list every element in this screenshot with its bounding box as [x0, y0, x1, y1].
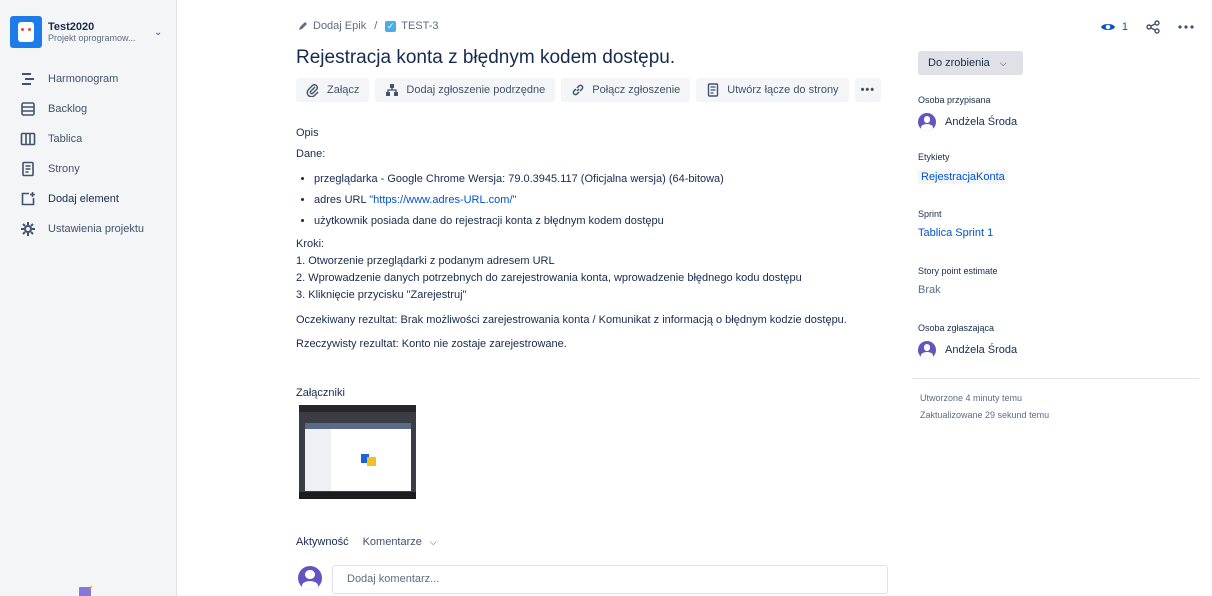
roadmap-icon	[22, 73, 34, 85]
url-link[interactable]: "https://www.adres-URL.com/"	[369, 194, 516, 206]
attachments-heading: Załączniki	[296, 387, 345, 399]
link-issue-label: Połącz zgłoszenie	[592, 84, 681, 96]
sidebar-item-project-settings[interactable]: Ustawienia projektu	[0, 217, 176, 241]
avatar	[918, 113, 936, 131]
breadcrumb-separator: /	[374, 20, 378, 32]
pencil-icon	[299, 22, 307, 30]
field-label: Story point estimate	[918, 266, 998, 276]
sprint-link[interactable]: Tablica Sprint 1	[918, 227, 993, 239]
field-label: Osoba zgłaszająca	[918, 323, 995, 333]
sidebar-item-label: Ustawienia projektu	[48, 223, 144, 235]
chevron-down-icon[interactable]: ⌵	[430, 537, 437, 548]
paperclip-icon	[306, 84, 319, 97]
sidebar-item-pages[interactable]: Strony	[0, 157, 176, 181]
watch-button[interactable]: 1	[1100, 21, 1128, 33]
attachment-thumbnail[interactable]	[299, 405, 416, 499]
description-heading: Opis	[296, 127, 319, 139]
issue-toolbar: Załącz Dodaj zgłoszenie podrzędne Połącz…	[296, 78, 882, 102]
description-expected: Oczekiwany rezultat: Brak możliwości zar…	[296, 314, 847, 326]
divider	[912, 378, 1199, 379]
pages-icon	[22, 161, 34, 177]
sidebar-item-roadmap[interactable]: Harmonogram	[0, 67, 176, 91]
backlog-icon	[21, 102, 35, 116]
project-type: Projekt oprogramow...	[48, 33, 136, 43]
activity-header: Aktywność Komentarze ⌵	[296, 536, 437, 548]
avatar	[918, 341, 936, 359]
link-icon	[572, 84, 584, 96]
story-point-value[interactable]: Brak	[918, 284, 998, 296]
more-icon[interactable]	[1178, 25, 1194, 29]
activity-filter-select[interactable]: Komentarze	[363, 536, 422, 548]
create-page-link-button[interactable]: Utwórz łącze do strony	[696, 78, 849, 102]
project-name: Test2020	[48, 21, 95, 33]
field-label: Sprint	[918, 209, 942, 219]
sidebar: Test2020 Projekt oprogramow... ⌄ Harmono…	[0, 0, 177, 596]
sidebar-item-label: Harmonogram	[48, 73, 119, 85]
share-icon[interactable]	[1146, 20, 1160, 34]
description-step: 2. Wprowadzenie danych potrzebnych do za…	[296, 272, 802, 284]
link-issue-button[interactable]: Połącz zgłoszenie	[561, 78, 691, 102]
watch-count: 1	[1121, 21, 1128, 33]
description[interactable]: Opis Dane: przeglądarka - Google Chrome …	[296, 127, 876, 353]
sidebar-item-board[interactable]: Tablica	[0, 127, 176, 151]
updated-timestamp: Zaktualizowane 29 sekund temu	[920, 410, 1050, 420]
settings-gear-icon	[21, 222, 35, 236]
page-icon	[708, 83, 719, 97]
sidebar-item-add-item[interactable]: Dodaj element	[0, 187, 176, 211]
created-timestamp: Utworzone 4 minuty temu	[920, 393, 1023, 403]
list-item: przeglądarka - Google Chrome Wersja: 79.…	[314, 169, 876, 190]
avatar	[298, 566, 322, 590]
status-dropdown[interactable]: Do zrobienia ⌵	[918, 51, 1023, 75]
issue-actions: 1	[1100, 20, 1194, 34]
comment-input[interactable]: Dodaj komentarz...	[332, 565, 888, 594]
label-tag[interactable]: RejestracjaKonta	[918, 170, 1008, 184]
description-list: przeglądarka - Google Chrome Wersja: 79.…	[314, 169, 876, 232]
sidebar-item-label: Backlog	[48, 103, 88, 115]
board-icon	[20, 132, 36, 146]
attach-label: Załącz	[327, 84, 360, 96]
hierarchy-icon	[386, 84, 399, 96]
sidebar-item-backlog[interactable]: Backlog	[0, 97, 176, 121]
description-steps-label: Kroki:	[296, 238, 325, 250]
project-avatar	[10, 16, 42, 48]
field-label: Etykiety	[918, 152, 950, 162]
add-item-icon	[21, 192, 35, 206]
breadcrumb: Dodaj Epik / ✓ TEST-3	[298, 20, 439, 32]
add-subtask-button[interactable]: Dodaj zgłoszenie podrzędne	[375, 78, 556, 102]
status-label: Do zrobienia	[928, 57, 990, 69]
issue-title[interactable]: Rejestracja konta z błędnym kodem dostęp…	[296, 47, 675, 69]
description-step: 3. Kliknięcie przycisku "Zarejestruj"	[296, 289, 467, 301]
task-type-icon: ✓	[385, 20, 397, 32]
chevron-down-icon[interactable]: ⌄	[154, 27, 162, 38]
feedback-icon[interactable]	[78, 585, 94, 596]
list-item: adres URL "https://www.adres-URL.com/"	[314, 190, 876, 211]
sidebar-item-label: Strony	[48, 163, 80, 175]
assignee-value[interactable]: Andżela Środa	[918, 113, 1017, 131]
labels-field: Etykiety RejestracjaKonta	[918, 152, 1008, 184]
sidebar-item-label: Dodaj element	[48, 193, 119, 205]
activity-heading: Aktywność	[296, 536, 349, 548]
breadcrumb-epic[interactable]: Dodaj Epik	[313, 20, 366, 32]
reporter-value[interactable]: Andżela Środa	[918, 341, 1017, 359]
assignee-field: Osoba przypisana Andżela Środa	[918, 95, 1017, 131]
description-step: 1. Otworzenie przeglądarki z podanym adr…	[296, 255, 555, 267]
field-label: Osoba przypisana	[918, 95, 991, 105]
create-page-link-label: Utwórz łącze do strony	[727, 84, 839, 96]
story-point-field: Story point estimate Brak	[918, 266, 998, 296]
list-item: użytkownik posiada dane do rejestracji k…	[314, 211, 876, 232]
description-actual: Rzeczywisty rezultat: Konto nie zostaje …	[296, 338, 567, 350]
description-data-label: Dane:	[296, 148, 326, 160]
add-subtask-label: Dodaj zgłoszenie podrzędne	[406, 84, 546, 96]
project-switcher[interactable]: Test2020 Projekt oprogramow... ⌄	[10, 16, 170, 48]
more-actions-button[interactable]: •••	[854, 78, 882, 102]
chevron-down-icon: ⌵	[999, 57, 1007, 68]
breadcrumb-issue-key[interactable]: TEST-3	[401, 20, 438, 32]
sprint-field: Sprint Tablica Sprint 1	[918, 209, 993, 239]
attach-button[interactable]: Załącz	[296, 78, 370, 102]
sidebar-item-label: Tablica	[48, 133, 83, 145]
eye-icon	[1100, 24, 1115, 30]
reporter-field: Osoba zgłaszająca Andżela Środa	[918, 323, 1017, 359]
